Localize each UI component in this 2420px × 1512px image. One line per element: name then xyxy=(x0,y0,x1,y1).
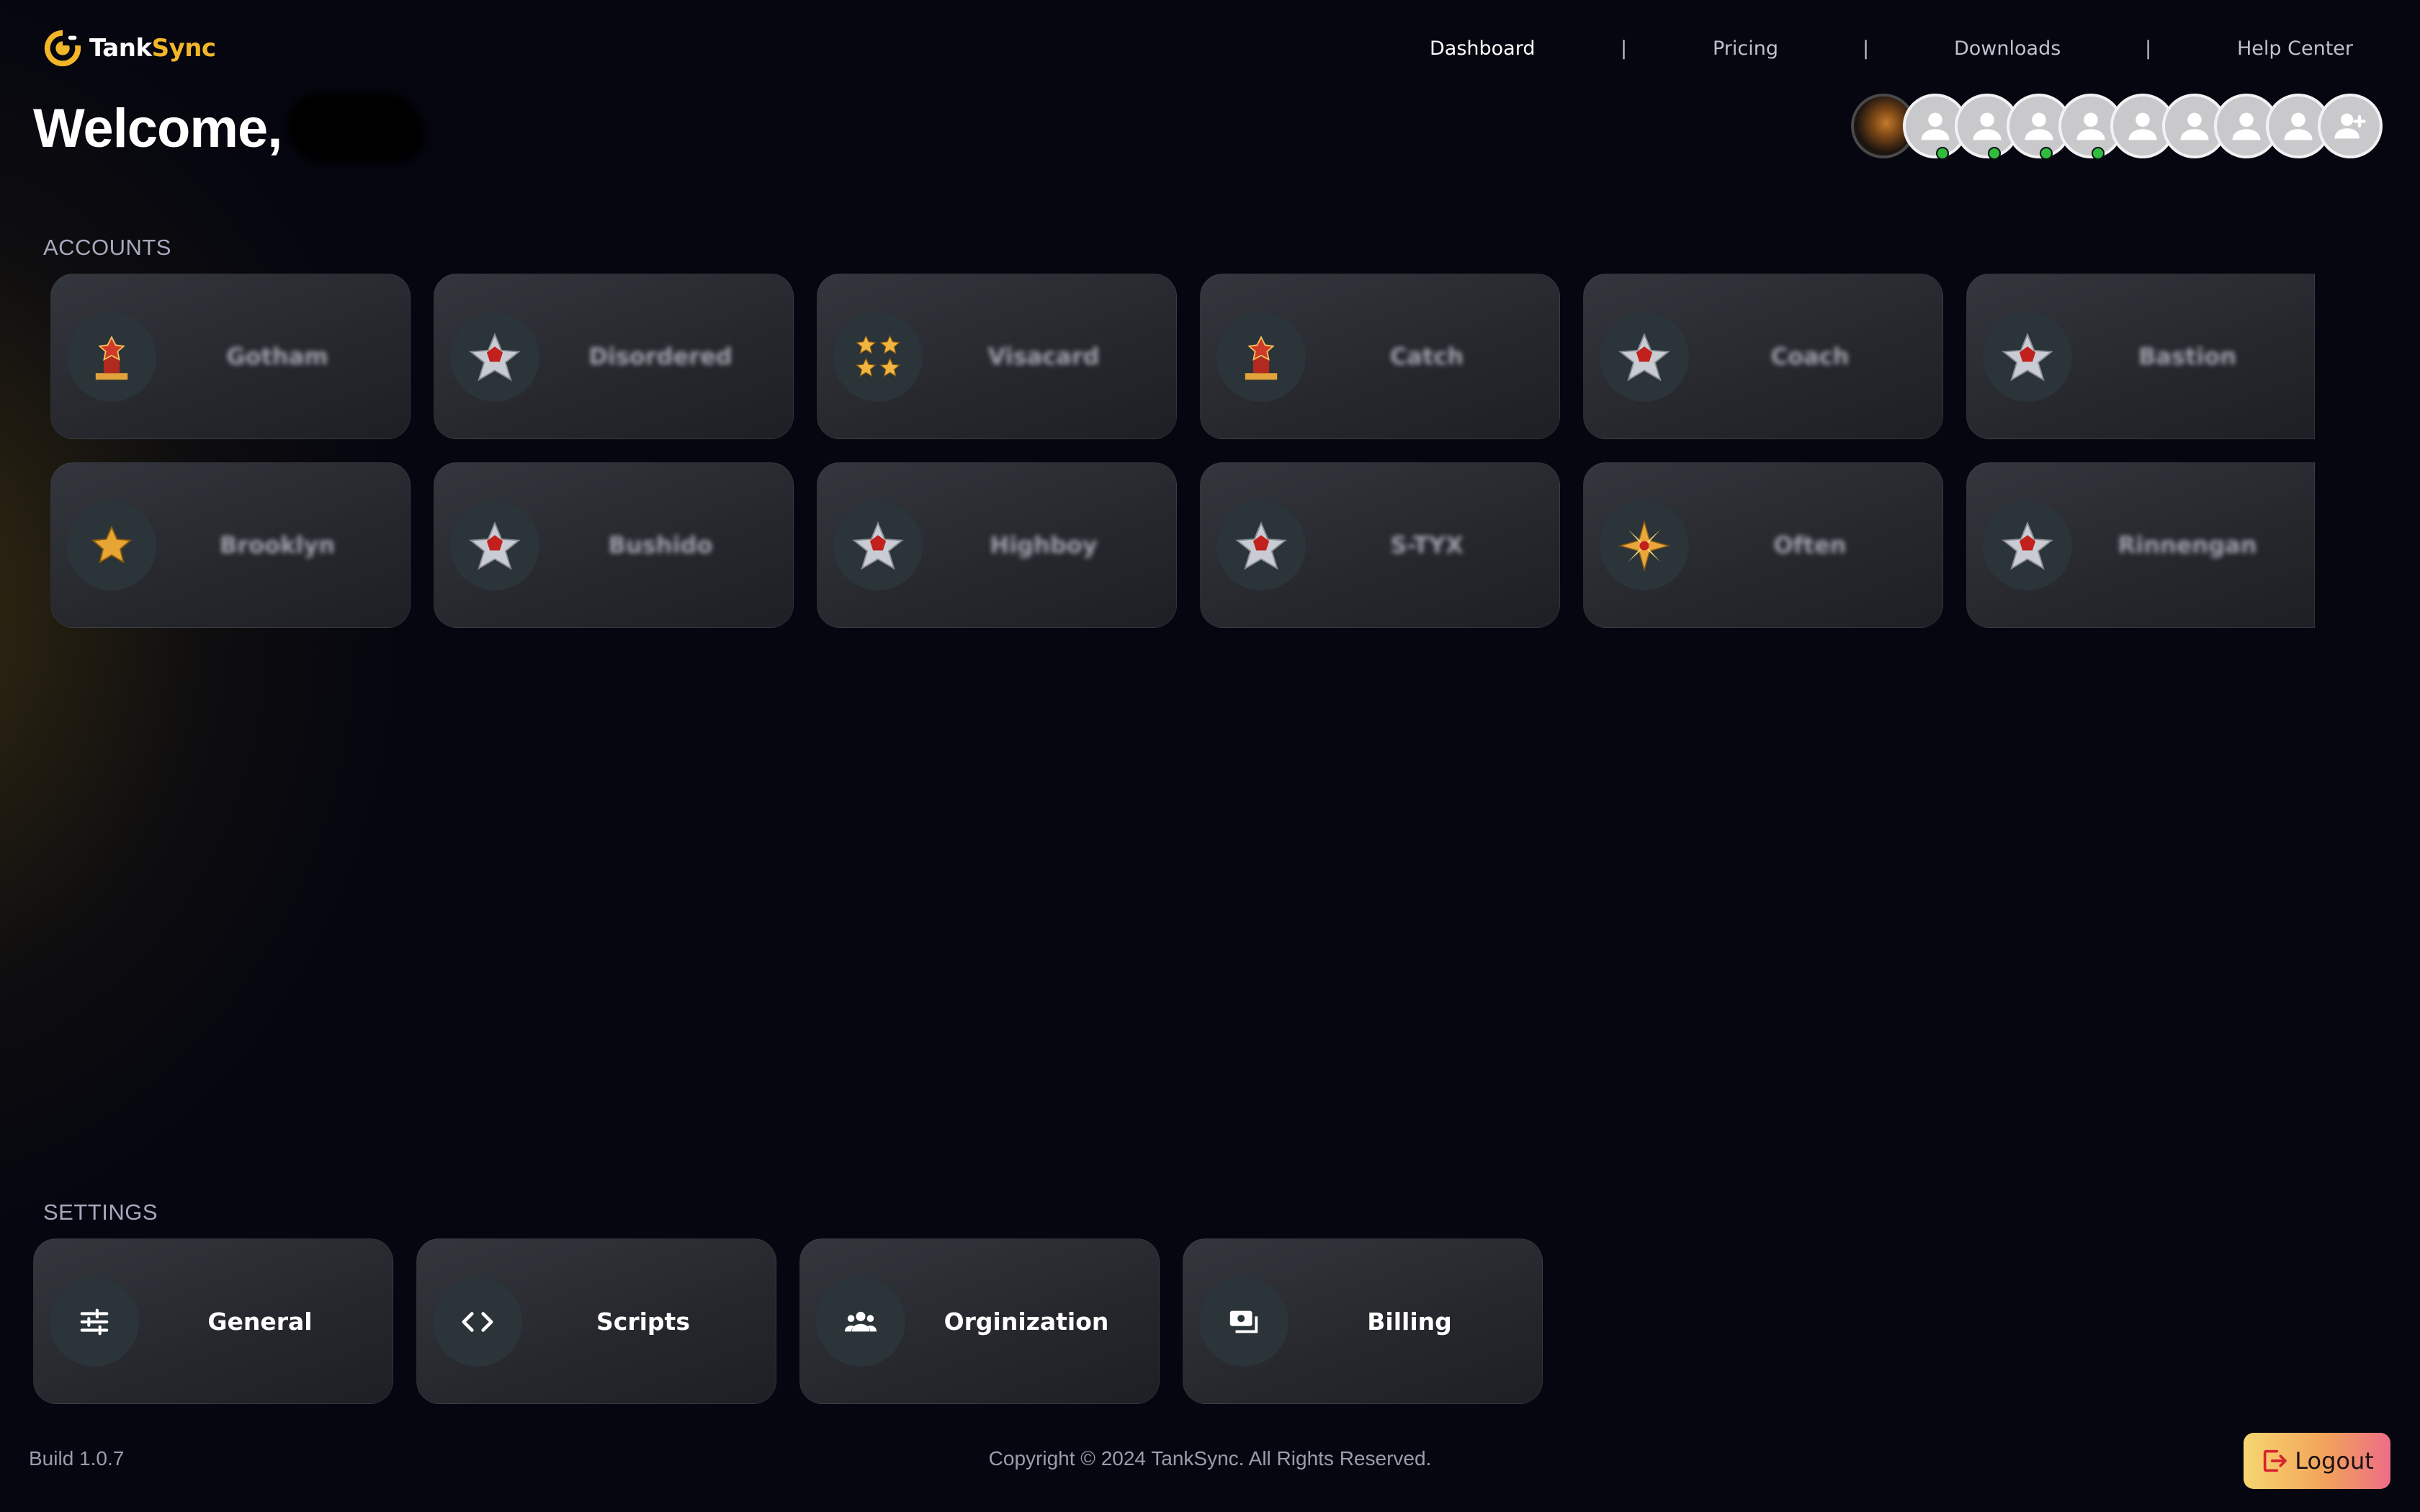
nav-help-center[interactable]: Help Center xyxy=(2237,37,2353,60)
online-indicator xyxy=(1936,147,1949,160)
settings-scripts-card[interactable]: Scripts xyxy=(416,1238,776,1404)
account-name: Highboy xyxy=(990,531,1098,559)
logout-button[interactable]: Logout xyxy=(2244,1433,2390,1489)
nav-separator: | xyxy=(1621,37,1628,60)
star-emblem-icon xyxy=(450,312,539,402)
add-member-button[interactable] xyxy=(2318,94,2383,158)
nav-separator: | xyxy=(2145,37,2152,60)
nav-downloads[interactable]: Downloads xyxy=(1954,37,2061,60)
group-icon xyxy=(816,1277,905,1367)
nav-dashboard[interactable]: Dashboard xyxy=(1430,37,1535,60)
user-icon xyxy=(2025,112,2053,140)
gold-star-icon xyxy=(67,501,156,590)
settings-organization-label: Orginization xyxy=(944,1307,1109,1336)
logout-icon xyxy=(2264,1449,2287,1472)
settings-organization-card[interactable]: Orginization xyxy=(799,1238,1160,1404)
code-icon xyxy=(433,1277,522,1367)
account-name: Gotham xyxy=(226,343,328,370)
account-name: Catch xyxy=(1389,343,1464,370)
account-card[interactable]: S-TYX xyxy=(1200,462,1560,628)
account-card[interactable]: Often xyxy=(1583,462,1943,628)
star-emblem-icon xyxy=(1983,312,2072,402)
account-card[interactable]: Rinnengan xyxy=(1966,462,2315,628)
star-emblem-icon xyxy=(833,501,923,590)
user-icon xyxy=(1973,112,2002,140)
logout-label: Logout xyxy=(2295,1447,2374,1475)
settings-section-title: SETTINGS xyxy=(43,1200,158,1225)
copyright-notice: Copyright © 2024 TankSync. All Rights Re… xyxy=(988,1447,1432,1470)
podium-rank-icon xyxy=(1216,312,1306,402)
account-card[interactable]: Brooklyn xyxy=(50,462,411,628)
settings-general-card[interactable]: General xyxy=(33,1238,393,1404)
accounts-section-title: ACCOUNTS xyxy=(43,235,171,260)
account-card[interactable]: Visacard xyxy=(817,274,1177,439)
welcome-text: Welcome, xyxy=(33,97,282,159)
star-emblem-icon xyxy=(1983,501,2072,590)
user-icon xyxy=(2076,112,2105,140)
account-card[interactable]: Highboy xyxy=(817,462,1177,628)
account-card[interactable]: Catch xyxy=(1200,274,1560,439)
nav-pricing[interactable]: Pricing xyxy=(1713,37,1778,60)
nav-separator: | xyxy=(1863,37,1870,60)
online-indicator xyxy=(1988,147,2001,160)
user-icon xyxy=(2128,112,2157,140)
four-stars-icon xyxy=(833,312,923,402)
online-indicator xyxy=(2092,147,2105,160)
settings-billing-label: Billing xyxy=(1367,1307,1452,1336)
settings-general-label: General xyxy=(207,1307,313,1336)
redacted-username xyxy=(287,94,425,163)
account-name: Bushido xyxy=(608,531,713,559)
account-name: Rinnengan xyxy=(2118,531,2257,559)
account-card[interactable]: Bushido xyxy=(434,462,794,628)
account-name: S-TYX xyxy=(1390,531,1464,559)
welcome-heading: Welcome, xyxy=(33,94,425,163)
account-card[interactable]: Coach xyxy=(1583,274,1943,439)
user-icon xyxy=(1921,112,1950,140)
account-card[interactable]: Disordered xyxy=(434,274,794,439)
settings-billing-card[interactable]: Billing xyxy=(1183,1238,1543,1404)
account-name: Coach xyxy=(1770,343,1850,370)
podium-rank-icon xyxy=(67,312,156,402)
sliders-icon xyxy=(50,1277,139,1367)
user-icon xyxy=(2232,112,2261,140)
account-name: Visacard xyxy=(987,343,1100,370)
star-emblem-icon xyxy=(450,501,539,590)
account-name: Bastion xyxy=(2138,343,2237,370)
account-name: Often xyxy=(1773,531,1847,559)
account-name: Disordered xyxy=(588,343,732,370)
account-name: Brooklyn xyxy=(219,531,336,559)
user-icon xyxy=(2180,112,2209,140)
account-card[interactable]: Bastion xyxy=(1966,274,2315,439)
billing-icon xyxy=(1199,1277,1289,1367)
compass-star-icon xyxy=(1600,501,1689,590)
add-user-icon xyxy=(2334,113,2366,139)
star-emblem-icon xyxy=(1216,501,1306,590)
account-card[interactable]: Gotham xyxy=(50,274,411,439)
settings-scripts-label: Scripts xyxy=(596,1307,690,1336)
star-emblem-icon xyxy=(1600,312,1689,402)
online-indicator xyxy=(2040,147,2053,160)
top-nav: Dashboard | Pricing | Downloads | Help C… xyxy=(0,37,2420,66)
user-icon xyxy=(2284,112,2313,140)
